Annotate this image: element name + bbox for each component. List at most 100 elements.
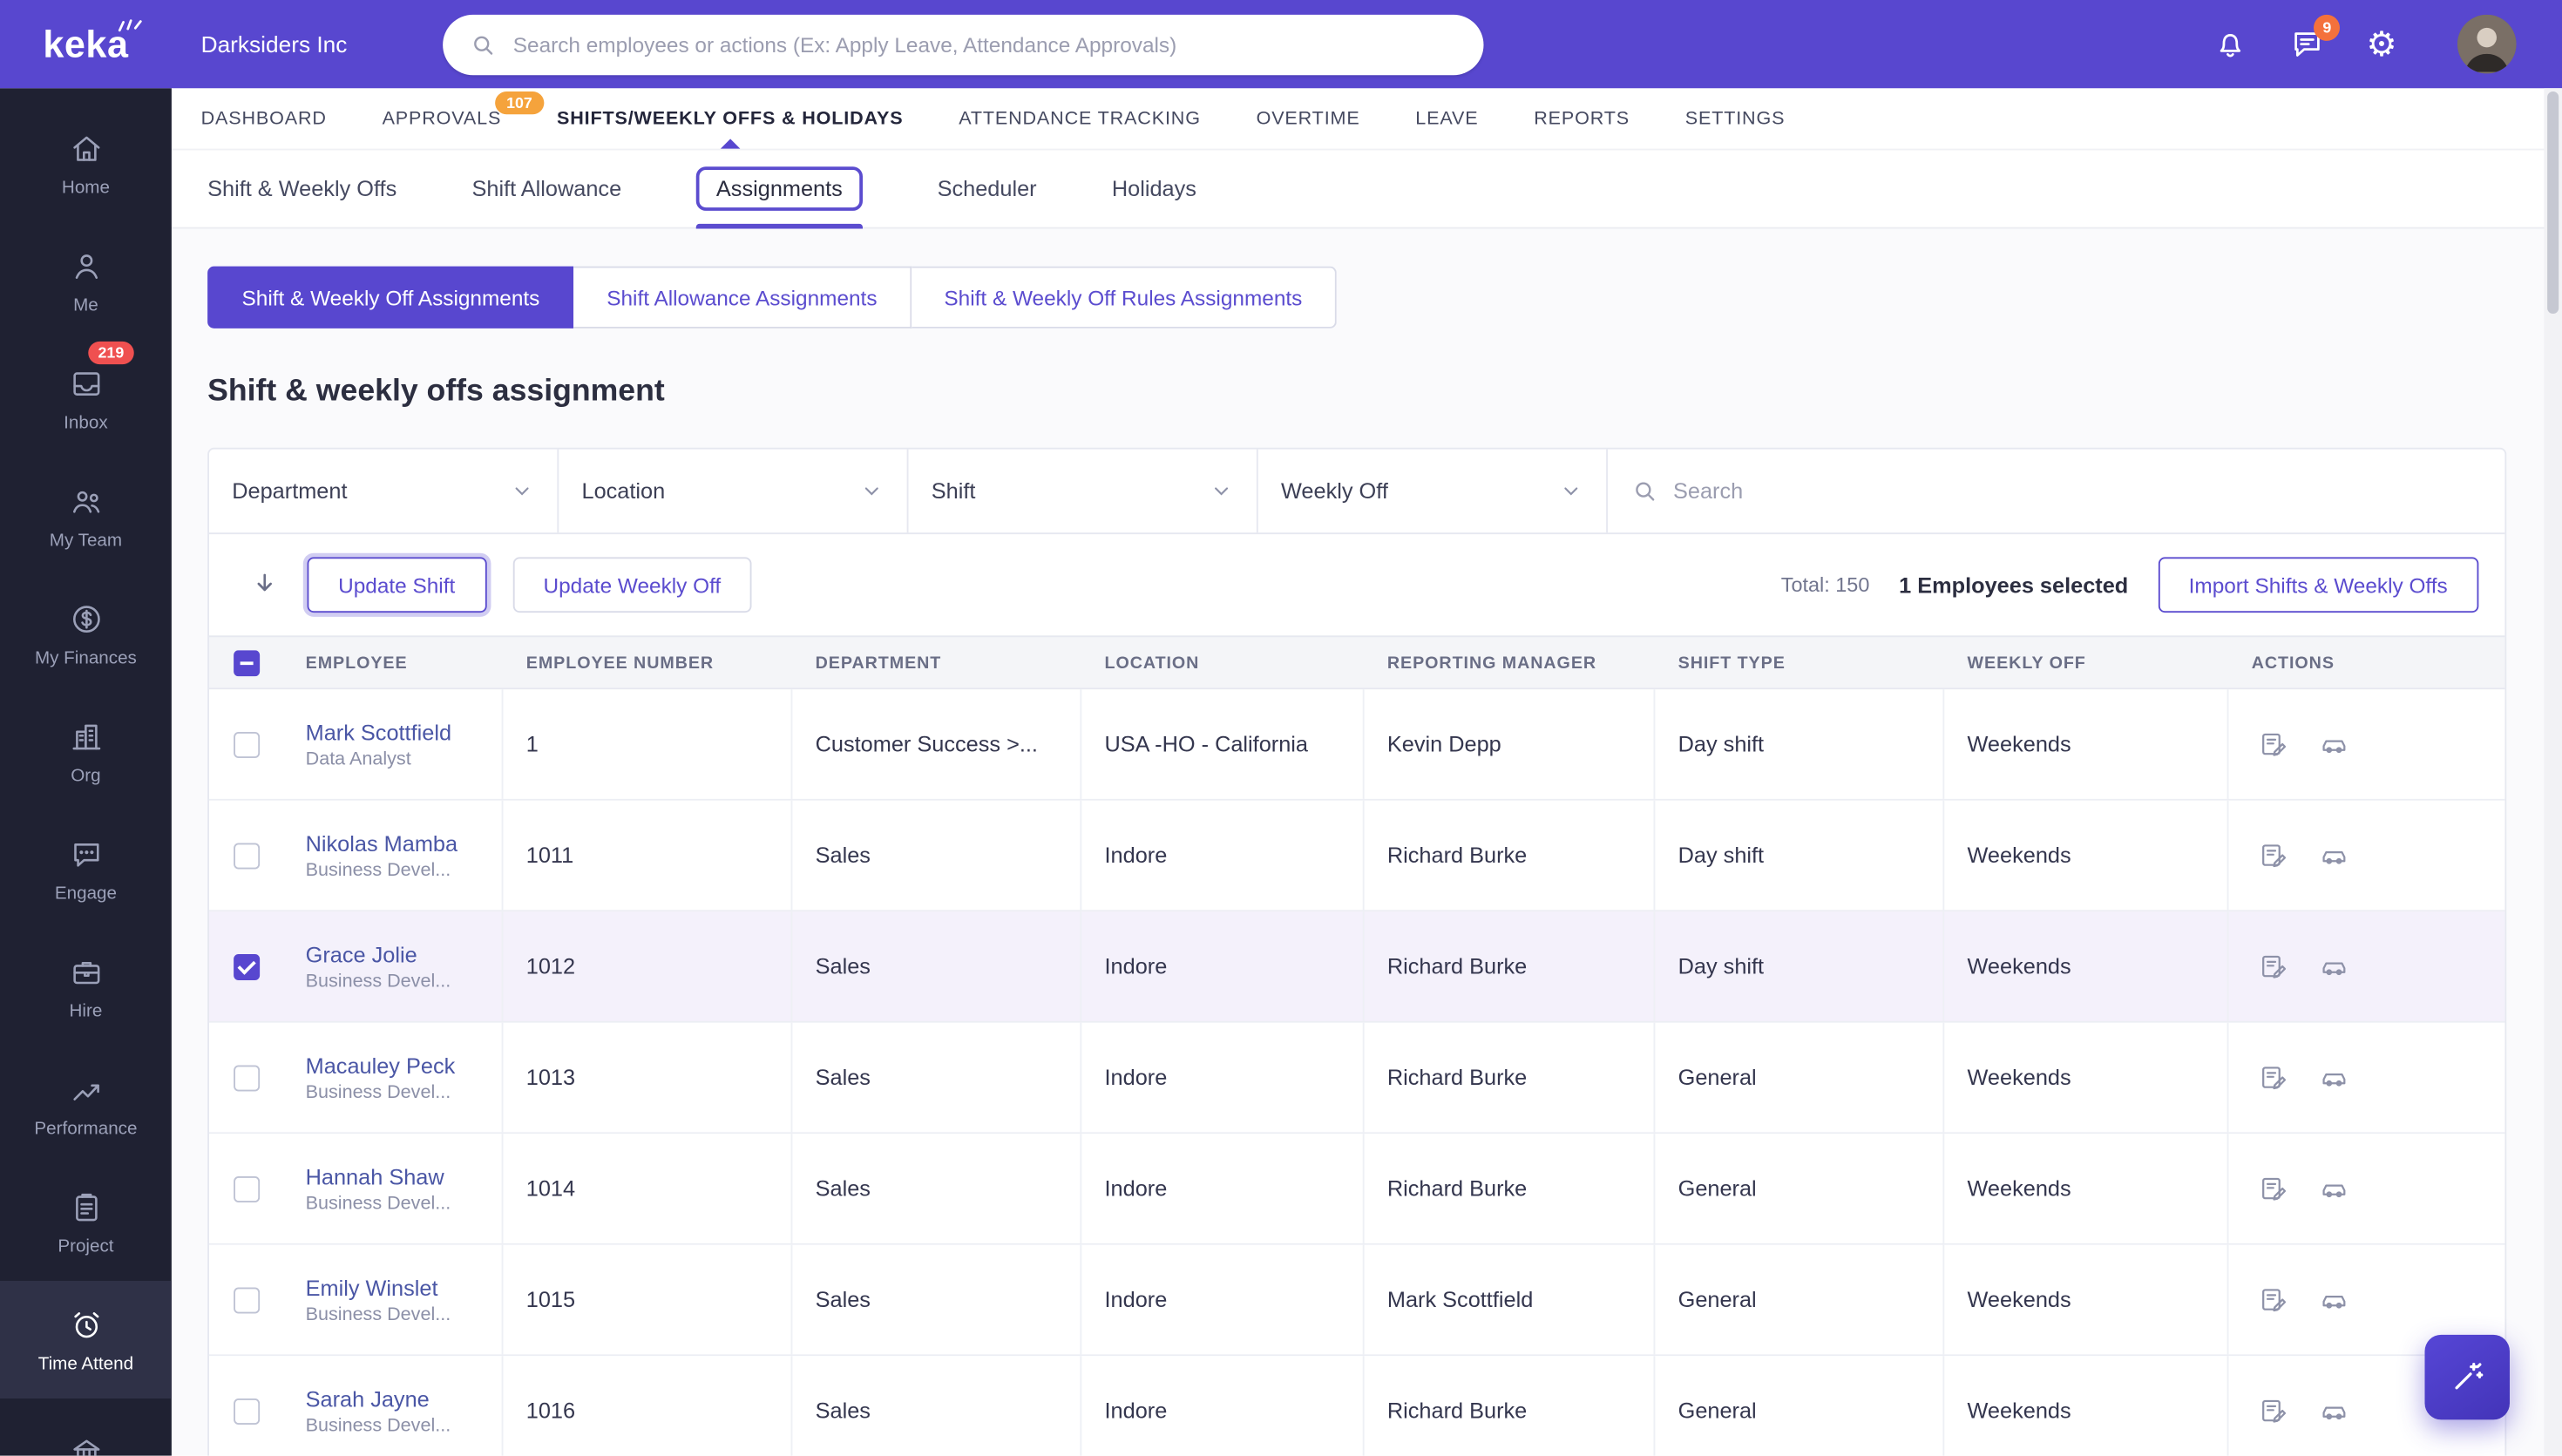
main-nav: DASHBOARD APPROVALS 107 SHIFTS/WEEKLY OF… (172, 88, 2562, 150)
employee-name-link[interactable]: Grace Jolie (306, 942, 417, 966)
row-checkbox[interactable] (233, 1287, 259, 1313)
company-name: Darksiders Inc (201, 0, 348, 88)
help-chat-icon[interactable]: 9 (2289, 26, 2325, 62)
reporting-manager: Richard Burke (1365, 1134, 1656, 1243)
weekly-off-filter[interactable]: Weekly Off (1258, 450, 1608, 533)
sidebar-item-inbox[interactable]: 219 Inbox (0, 340, 172, 457)
row-checkbox[interactable] (233, 1065, 259, 1091)
sidebar-item-time-attend[interactable]: Time Attend (0, 1281, 172, 1398)
keka-logo[interactable]: keka (0, 0, 172, 88)
nav-item-attendance-tracking[interactable]: ATTENDANCE TRACKING (959, 88, 1201, 148)
reporting-manager: Richard Burke (1365, 1356, 1656, 1455)
edit-shift-icon[interactable] (2258, 728, 2289, 760)
segment-shift-allowance-assignments[interactable]: Shift Allowance Assignments (574, 267, 912, 328)
table-row: Grace Jolie Business Devel... 1012 Sales… (209, 911, 2504, 1023)
inbox-count-badge: 219 (88, 342, 133, 364)
topbar: keka Darksiders Inc 9 ⚙ (0, 0, 2562, 88)
download-icon[interactable] (248, 569, 281, 602)
time-attend-icon (68, 1306, 104, 1342)
nav-item-reports[interactable]: REPORTS (1534, 88, 1630, 148)
approvals-count-badge: 107 (495, 91, 544, 114)
hire-icon (68, 953, 104, 989)
scrollbar-track[interactable] (2544, 88, 2562, 1455)
toolbar: Update Shift Update Weekly Off Total: 15… (209, 534, 2504, 635)
shift-filter[interactable]: Shift (909, 450, 1258, 533)
edit-shift-icon[interactable] (2258, 1284, 2289, 1316)
sub-tabs: Shift & Weekly Offs Shift Allowance Assi… (172, 151, 2562, 229)
segment-shift-weekly-off-rules-assignments[interactable]: Shift & Weekly Off Rules Assignments (912, 267, 1337, 328)
employee-name-link[interactable]: Mark Scottfield (306, 720, 451, 744)
col-header-shift-type: SHIFT TYPE (1655, 653, 1944, 673)
edit-shift-icon[interactable] (2258, 840, 2289, 871)
weekly-off: Weekends (1944, 1134, 2228, 1243)
global-search[interactable] (443, 14, 1483, 74)
project-icon (68, 1189, 104, 1224)
employee-number: 1014 (504, 1134, 793, 1243)
nav-item-approvals[interactable]: APPROVALS 107 (383, 88, 502, 148)
assistant-fab[interactable] (2425, 1335, 2511, 1420)
sidebar-item-org[interactable]: Org (0, 693, 172, 810)
reporting-manager: Richard Burke (1365, 801, 1656, 911)
row-checkbox[interactable] (233, 843, 259, 869)
row-checkbox[interactable] (233, 953, 259, 979)
employee-name-link[interactable]: Macauley Peck (306, 1053, 456, 1077)
weekly-off-icon[interactable] (2319, 1395, 2350, 1426)
settings-gear-icon[interactable]: ⚙ (2366, 27, 2396, 61)
sidebar-item-home[interactable]: Home (0, 105, 172, 222)
nav-item-shifts-weekly-offs-holidays[interactable]: SHIFTS/WEEKLY OFFS & HOLIDAYS (557, 88, 904, 148)
employee-name-link[interactable]: Hannah Shaw (306, 1164, 444, 1189)
sidebar-item-performance[interactable]: Performance (0, 1046, 172, 1163)
import-button[interactable]: Import Shifts & Weekly Offs (2158, 557, 2478, 613)
row-checkbox[interactable] (233, 1175, 259, 1202)
edit-shift-icon[interactable] (2258, 1395, 2289, 1426)
notifications-bell-icon[interactable] (2213, 26, 2248, 62)
employee-name-link[interactable]: Emily Winslet (306, 1275, 438, 1299)
weekly-off-icon[interactable] (2319, 951, 2350, 982)
shift-type: Day shift (1655, 689, 1944, 799)
nav-item-settings[interactable]: SETTINGS (1685, 88, 1786, 148)
total-count: Total: 150 (1781, 573, 1870, 596)
weekly-off-icon[interactable] (2319, 1284, 2350, 1316)
sidebar-item-project[interactable]: Project (0, 1163, 172, 1281)
employee-name-link[interactable]: Sarah Jayne (306, 1386, 430, 1411)
edit-shift-icon[interactable] (2258, 1173, 2289, 1204)
user-icon (68, 247, 104, 283)
location-filter[interactable]: Location (559, 450, 908, 533)
row-checkbox[interactable] (233, 1398, 259, 1424)
sidebar-item-my-finances[interactable]: My Finances (0, 575, 172, 693)
segment-shift-weekly-off-assignments[interactable]: Shift & Weekly Off Assignments (207, 267, 574, 328)
global-search-input[interactable] (513, 32, 1458, 57)
nav-item-leave[interactable]: LEAVE (1415, 88, 1478, 148)
select-all-checkbox[interactable] (233, 649, 259, 675)
tab-holidays[interactable]: Holidays (1112, 151, 1196, 227)
location: Indore (1081, 1245, 1364, 1355)
department: Sales (792, 1245, 1081, 1355)
sidebar-item-hire[interactable]: Hire (0, 928, 172, 1046)
tab-shift-weekly-offs[interactable]: Shift & Weekly Offs (207, 151, 396, 227)
update-shift-button[interactable]: Update Shift (308, 557, 486, 613)
weekly-off: Weekends (1944, 689, 2228, 799)
weekly-off-icon[interactable] (2319, 840, 2350, 871)
row-checkbox[interactable] (233, 731, 259, 757)
user-avatar[interactable] (2457, 15, 2517, 74)
edit-shift-icon[interactable] (2258, 951, 2289, 982)
table-search-input[interactable] (1673, 478, 2482, 503)
nav-item-overtime[interactable]: OVERTIME (1257, 88, 1360, 148)
employee-name-link[interactable]: Nikolas Mamba (306, 830, 458, 855)
sidebar-item-my-team[interactable]: My Team (0, 457, 172, 575)
sidebar-item-bottom[interactable] (0, 1398, 172, 1456)
sidebar-item-me[interactable]: Me (0, 222, 172, 340)
update-weekly-off-button[interactable]: Update Weekly Off (512, 557, 752, 613)
nav-item-dashboard[interactable]: DASHBOARD (201, 88, 327, 148)
tab-shift-allowance[interactable]: Shift Allowance (471, 151, 621, 227)
department-filter[interactable]: Department (209, 450, 559, 533)
weekly-off-icon[interactable] (2319, 1173, 2350, 1204)
sidebar-item-engage[interactable]: Engage (0, 810, 172, 928)
tab-assignments[interactable]: Assignments (696, 151, 862, 227)
edit-shift-icon[interactable] (2258, 1062, 2289, 1094)
weekly-off-icon[interactable] (2319, 1062, 2350, 1094)
weekly-off-icon[interactable] (2319, 728, 2350, 760)
table-search[interactable] (1608, 450, 2504, 533)
scrollbar-thumb[interactable] (2547, 91, 2559, 314)
tab-scheduler[interactable]: Scheduler (938, 151, 1037, 227)
